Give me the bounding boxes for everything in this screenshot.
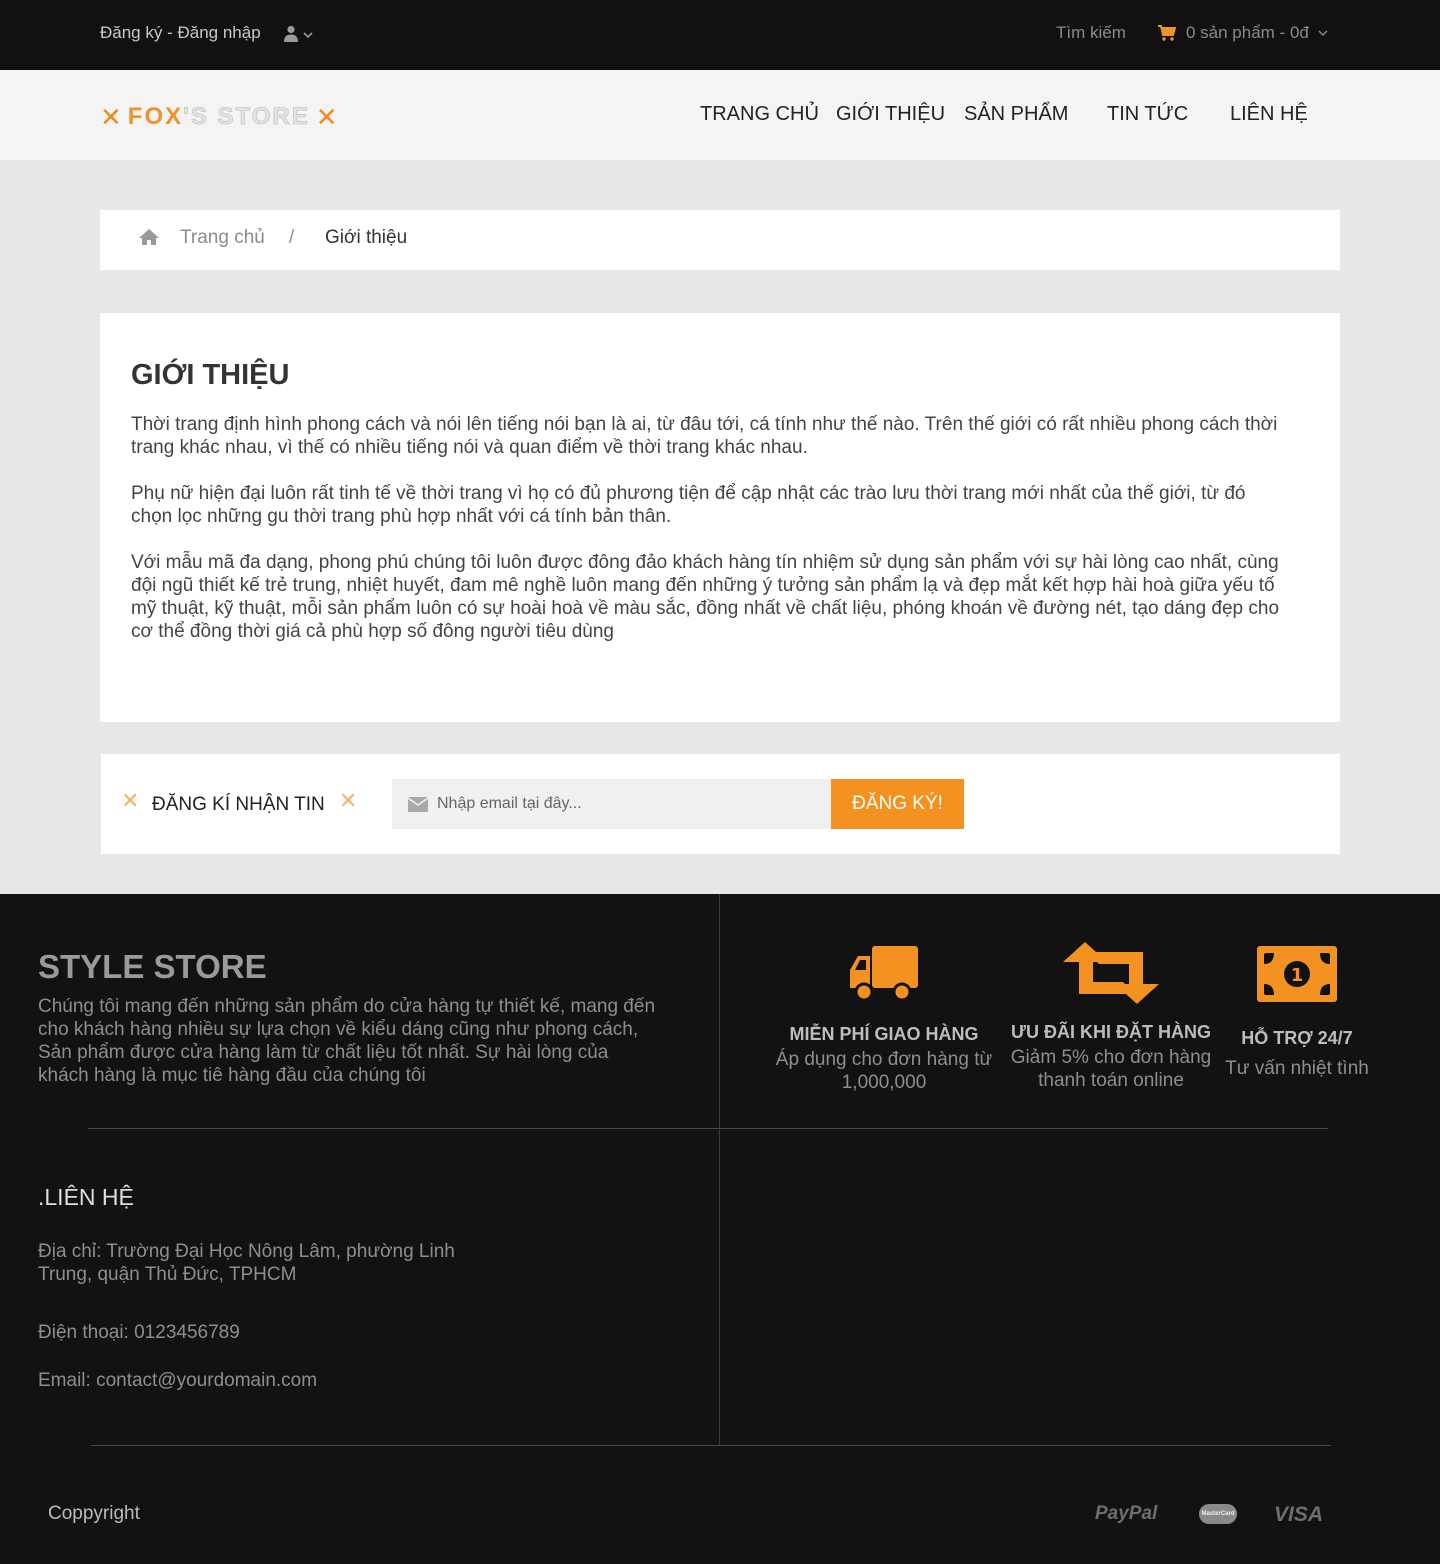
about-content: GIỚI THIỆU Thời trang định hình phong cá… [100, 313, 1340, 722]
nav-item-about[interactable]: GIỚI THIỆU [836, 103, 945, 129]
nav-item-contact[interactable]: LIÊN HỆ [1230, 103, 1308, 129]
cross-decoration-icon: ✕ [121, 788, 140, 813]
breadcrumb-separator: / [289, 227, 295, 248]
newsletter-section: ✕ ĐĂNG KÍ NHẬN TIN ✕ ĐĂNG KÝ! [101, 754, 1340, 854]
paypal-logo: PayPal [1095, 1503, 1158, 1524]
breadcrumb: Trang chủ / Giới thiệu [100, 210, 1340, 270]
cross-decoration-icon: ✕ [315, 102, 338, 132]
feature-description: Tư vấn nhiệt tình [1225, 1058, 1369, 1079]
feature-order-offer: ƯU ĐÃI KHI ĐẶT HÀNG Giảm 5% cho đơn hàng… [1000, 942, 1222, 1092]
feature-title: MIỄN PHÍ GIAO HÀNG [789, 1024, 979, 1044]
footer-divider [91, 1445, 1331, 1446]
svg-text:1: 1 [1291, 965, 1304, 986]
chevron-down-icon [1318, 30, 1328, 37]
footer-store-description: Chúng tôi mang đến những sản phẩm do cửa… [38, 996, 656, 1086]
about-paragraph: Phụ nữ hiện đại luôn rất tinh tế về thời… [131, 483, 1246, 527]
breadcrumb-current: Giới thiệu [325, 227, 408, 248]
cross-decoration-icon: ✕ [100, 102, 122, 132]
store-logo[interactable]: ✕ FOX'S STORE ✕ [100, 102, 338, 132]
subscribe-button[interactable]: ĐĂNG KÝ! [831, 779, 964, 829]
envelope-icon [408, 797, 428, 812]
logo-text: FOX'S STORE [127, 103, 310, 131]
contact-address: Địa chỉ: Trường Đại Học Nông Lâm, phường… [38, 1241, 455, 1285]
email-field-wrapper [392, 779, 832, 829]
about-paragraph: Thời trang định hình phong cách và nói l… [131, 414, 1278, 458]
page-title: GIỚI THIỆU [131, 359, 290, 391]
nav-item-home[interactable]: TRANG CHỦ [700, 103, 819, 129]
login-register-link[interactable]: Đăng ký - Đăng nhập [100, 23, 261, 43]
visa-logo: VISA [1274, 1503, 1324, 1526]
footer-divider [719, 894, 720, 1446]
feature-description: Giảm 5% cho đơn hàng thanh toán online [1010, 1047, 1212, 1091]
breadcrumb-home-link[interactable]: Trang chủ [180, 227, 265, 249]
cross-decoration-icon: ✕ [339, 788, 358, 813]
top-bar: Đăng ký - Đăng nhập Tìm kiếm 0 sản phẩm … [0, 0, 1440, 70]
feature-support: 1 HỖ TRỢ 24/7 Tư vấn nhiệt tình [1222, 946, 1372, 1080]
newsletter-title: ĐĂNG KÍ NHẬN TIN [152, 794, 325, 815]
user-dropdown-icon[interactable] [283, 25, 317, 45]
feature-description: Áp dụng cho đơn hàng từ 1,000,000 [775, 1049, 993, 1093]
search-link[interactable]: Tìm kiếm [1056, 23, 1126, 43]
contact-phone: Điện thoại: 0123456789 [38, 1322, 240, 1343]
money-icon: 1 [1257, 946, 1337, 1002]
home-icon[interactable] [138, 228, 160, 246]
cart-label: 0 sản phẩm - 0đ [1186, 23, 1309, 42]
feature-title: ƯU ĐÃI KHI ĐẶT HÀNG [1011, 1022, 1211, 1042]
nav-item-products[interactable]: SẢN PHẨM [964, 103, 1068, 129]
footer-store-title: STYLE STORE [38, 948, 267, 985]
nav-item-news[interactable]: TIN TỨC [1107, 103, 1188, 129]
truck-icon [850, 946, 918, 1002]
cart-icon [1158, 25, 1176, 41]
feature-free-shipping: MIỄN PHÍ GIAO HÀNG Áp dụng cho đơn hàng … [774, 944, 994, 1094]
contact-email[interactable]: Email: contact@yourdomain.com [38, 1369, 317, 1392]
footer: STYLE STORE Chúng tôi mang đến những sản… [0, 894, 1440, 1564]
cart-summary[interactable]: 0 sản phẩm - 0đ [1158, 23, 1339, 43]
copyright-text: Coppyright [48, 1503, 140, 1524]
contact-title: .LIÊN HỆ [38, 1184, 134, 1210]
mastercard-logo: MasterCard [1199, 1504, 1237, 1524]
email-input[interactable] [437, 779, 827, 829]
main-header: ✕ FOX'S STORE ✕ TRANG CHỦ GIỚI THIỆU SẢN… [0, 70, 1440, 160]
about-paragraph: Với mẫu mã đa dạng, phong phú chúng tôi … [131, 552, 1280, 642]
retweet-icon [1063, 942, 1159, 1004]
footer-divider [88, 1128, 1328, 1129]
feature-title: HỖ TRỢ 24/7 [1241, 1028, 1353, 1048]
